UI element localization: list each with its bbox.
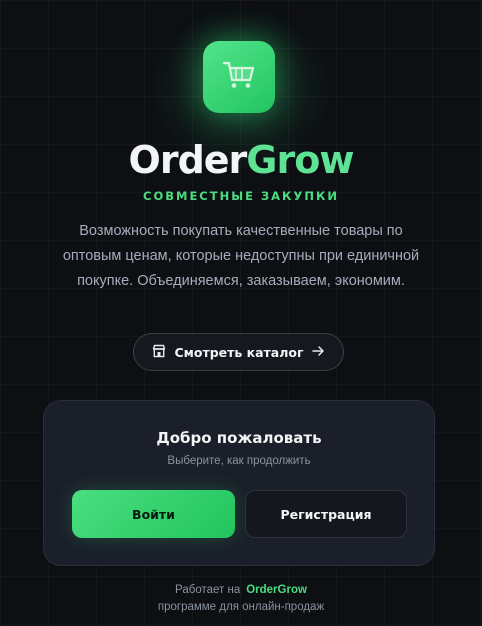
- description: Возможность покупать качественные товары…: [62, 223, 420, 289]
- view-catalog-button[interactable]: Смотреть каталог: [133, 333, 344, 371]
- arrow-right-icon: [311, 345, 325, 360]
- powered-prefix: Работает на: [175, 584, 241, 596]
- welcome-subtitle: Выберите, как продолжить: [167, 455, 311, 467]
- brand-name-part1: Order: [128, 138, 248, 182]
- register-button[interactable]: Регистрация: [245, 490, 407, 538]
- powered-suffix: программе для онлайн-продаж: [157, 601, 325, 613]
- brand-name-part2: Grow: [246, 138, 354, 182]
- welcome-title: Добро пожаловать: [156, 429, 322, 447]
- brand-title: OrderGrow: [0, 138, 482, 182]
- app-logo: [203, 41, 275, 113]
- store-icon: [152, 344, 166, 361]
- login-button[interactable]: Войти: [72, 490, 235, 538]
- welcome-card: Добро пожаловать Выберите, как продолжит…: [43, 400, 435, 566]
- shopping-cart-icon: [222, 60, 256, 94]
- view-catalog-label: Смотреть каталог: [174, 344, 304, 360]
- powered-brand-link[interactable]: OrderGrow: [246, 584, 307, 596]
- powered-by: Работает на OrderGrow: [0, 584, 482, 596]
- tagline: СОВМЕСТНЫЕ ЗАКУПКИ: [143, 189, 339, 203]
